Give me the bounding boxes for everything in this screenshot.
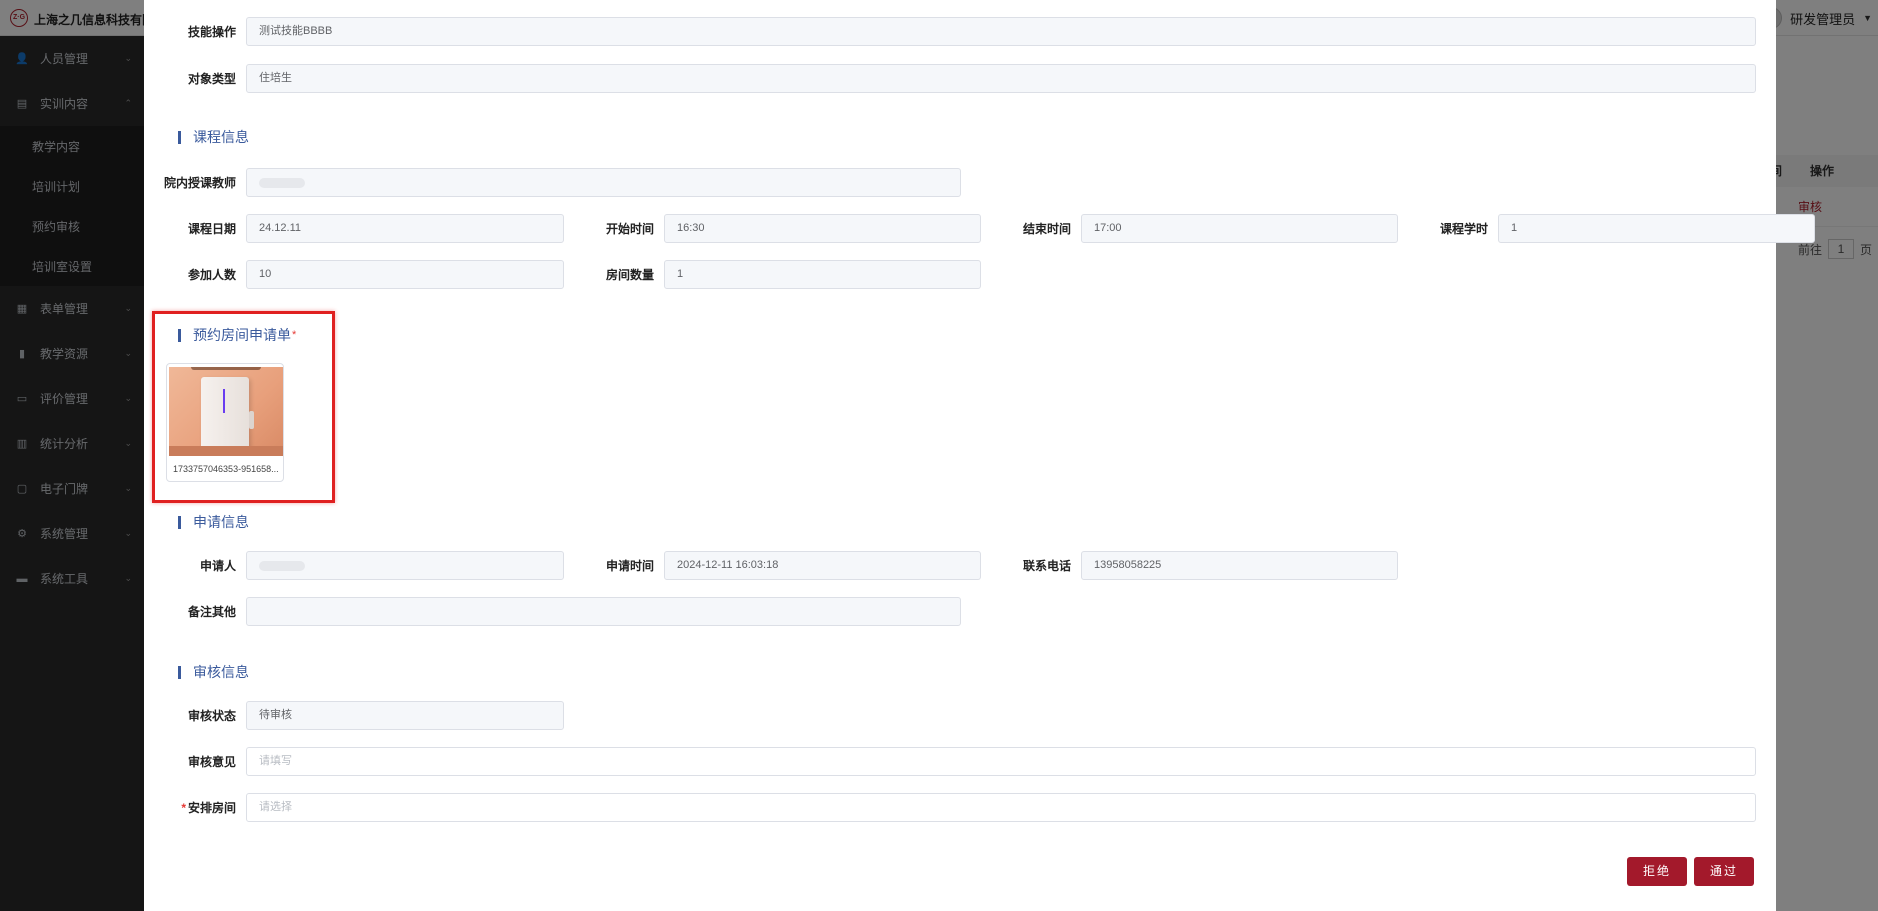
hours-field: 1: [1498, 214, 1815, 243]
section-apply-info: 申请信息: [178, 512, 249, 532]
date-field: 24.12.11: [246, 214, 564, 243]
section-title-text: 课程信息: [193, 129, 249, 145]
phone-label: 联系电话: [1022, 559, 1071, 573]
section-review-info: 审核信息: [178, 662, 249, 682]
remark-field: [246, 597, 961, 626]
redacted-text: [259, 178, 305, 188]
approve-button[interactable]: 通过: [1694, 857, 1754, 886]
section-bar: [178, 665, 181, 679]
assign-room-select[interactable]: 请选择: [246, 793, 1756, 822]
participants-label: 参加人数: [187, 268, 236, 282]
assign-room-label: * 安排房间: [144, 799, 236, 816]
skill-field: 测试技能BBBB: [246, 17, 1756, 46]
section-bar: [178, 515, 181, 529]
apply-time-label: 申请时间: [605, 559, 654, 573]
skill-label: 技能操作: [187, 25, 236, 39]
form-row-course-times: 课程日期 24.12.11 开始时间 16:30 结束时间 17:00 课程学时…: [144, 214, 1815, 243]
form-row-target-type: 对象类型 住培生: [144, 64, 1756, 93]
redacted-text: [259, 561, 305, 571]
form-row-skill: 技能操作 测试技能BBBB: [144, 17, 1756, 46]
end-time-field: 17:00: [1081, 214, 1398, 243]
start-time-field: 16:30: [664, 214, 981, 243]
applicant-field: [246, 551, 564, 580]
assign-room-label-text: 安排房间: [187, 801, 236, 815]
highlight-box: [152, 311, 335, 503]
review-status-label: 审核状态: [187, 709, 236, 723]
start-time-label: 开始时间: [605, 222, 654, 236]
review-status-field: 待审核: [246, 701, 564, 730]
section-title-text: 审核信息: [193, 664, 249, 680]
review-opinion-label: 审核意见: [187, 755, 236, 769]
form-row-teacher: 院内授课教师: [144, 168, 961, 197]
target-type-field: 住培生: [246, 64, 1756, 93]
review-opinion-input[interactable]: 请填写: [246, 747, 1756, 776]
form-row-assign-room: * 安排房间 请选择: [144, 793, 1756, 822]
form-row-review-opinion: 审核意见 请填写: [144, 747, 1756, 776]
form-row-review-status: 审核状态 待审核: [144, 701, 564, 730]
room-count-label: 房间数量: [605, 268, 654, 282]
form-row-remark: 备注其他: [144, 597, 961, 626]
date-label: 课程日期: [187, 222, 236, 236]
form-row-participants: 参加人数 10 房间数量 1: [144, 260, 981, 289]
hours-label: 课程学时: [1439, 222, 1488, 236]
teacher-label: 院内授课教师: [163, 176, 236, 190]
required-mark: *: [181, 801, 186, 815]
target-type-label: 对象类型: [187, 72, 236, 86]
end-time-label: 结束时间: [1022, 222, 1071, 236]
phone-field: 13958058225: [1081, 551, 1398, 580]
room-count-field: 1: [664, 260, 981, 289]
teacher-field: [246, 168, 961, 197]
participants-field: 10: [246, 260, 564, 289]
applicant-label: 申请人: [199, 559, 236, 573]
review-drawer: 技能操作 测试技能BBBB 对象类型 住培生 课程信息 院内授课教师 课程日期 …: [144, 0, 1815, 911]
apply-time-field: 2024-12-11 16:03:18: [664, 551, 981, 580]
section-course-info: 课程信息: [178, 127, 249, 147]
form-row-applicant: 申请人 申请时间 2024-12-11 16:03:18 联系电话 139580…: [144, 551, 1398, 580]
section-bar: [178, 130, 181, 144]
reject-button[interactable]: 拒绝: [1627, 857, 1687, 886]
section-title-text: 申请信息: [193, 514, 249, 530]
remark-label: 备注其他: [187, 605, 236, 619]
